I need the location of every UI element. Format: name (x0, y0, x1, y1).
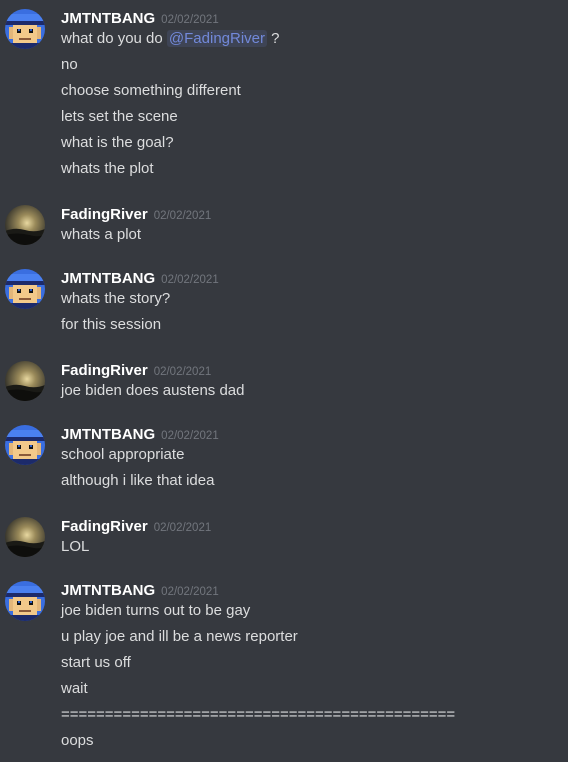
username[interactable]: FadingRiver (61, 518, 148, 535)
message-line: whats the plot (61, 160, 154, 177)
username[interactable]: FadingRiver (61, 206, 148, 223)
sunset-landscape-icon (5, 205, 45, 245)
username[interactable]: FadingRiver (61, 362, 148, 379)
message-line: lets set the scene (61, 108, 178, 125)
avatar[interactable] (5, 205, 45, 245)
avatar[interactable] (5, 425, 45, 465)
timestamp: 02/02/2021 (161, 274, 219, 286)
message-line: what is the goal? (61, 134, 174, 151)
message-header: JMTNTBANG 02/02/2021 (61, 9, 219, 29)
timestamp: 02/02/2021 (153, 210, 212, 222)
pixel-face-icon (5, 581, 45, 621)
message-header: FadingRiver 02/02/2021 (61, 205, 211, 225)
username[interactable]: JMTNTBANG (61, 582, 155, 599)
avatar[interactable] (5, 269, 45, 309)
message-line: oops (61, 732, 94, 749)
message-header: JMTNTBANG 02/02/2021 (61, 581, 219, 601)
timestamp: 02/02/2021 (161, 586, 219, 598)
message-line: u play joe and ill be a news reporter (61, 628, 298, 645)
avatar[interactable] (5, 361, 45, 401)
avatar[interactable] (5, 9, 45, 49)
message-line: no (61, 56, 78, 73)
chat-log: JMTNTBANG 02/02/2021 what do you do @Fadi… (0, 0, 568, 762)
message-line: ========================================… (61, 706, 456, 723)
username[interactable]: JMTNTBANG (61, 426, 155, 443)
message-line: whats a plot (61, 226, 142, 243)
user-mention[interactable]: @FadingRiver (166, 30, 268, 47)
message-line: school appropriate (61, 446, 185, 463)
message-header: JMTNTBANG 02/02/2021 (61, 269, 219, 289)
message-line: start us off (61, 654, 131, 671)
message-header: FadingRiver 02/02/2021 (61, 517, 211, 537)
timestamp: 02/02/2021 (153, 522, 212, 534)
message-line: joe biden turns out to be gay (61, 602, 251, 619)
timestamp: 02/02/2021 (161, 14, 219, 26)
message-line: LOL (61, 538, 90, 555)
message-header: JMTNTBANG 02/02/2021 (61, 425, 219, 445)
message-line: although i like that idea (61, 472, 215, 489)
message-line: wait (61, 680, 88, 697)
message-line: for this session (61, 316, 162, 333)
message-header: FadingRiver 02/02/2021 (61, 361, 211, 381)
username[interactable]: JMTNTBANG (61, 10, 155, 27)
message-line: joe biden does austens dad (61, 382, 245, 399)
avatar[interactable] (5, 581, 45, 621)
avatar[interactable] (5, 517, 45, 557)
timestamp: 02/02/2021 (153, 366, 212, 378)
sunset-landscape-icon (5, 517, 45, 557)
pixel-face-icon (5, 269, 45, 309)
sunset-landscape-icon (5, 361, 45, 401)
message-line: choose something different (61, 82, 241, 99)
pixel-face-icon (5, 425, 45, 465)
timestamp: 02/02/2021 (161, 430, 219, 442)
pixel-face-icon (5, 9, 45, 49)
message-line: what do you do @FadingRiver ? (61, 30, 280, 47)
username[interactable]: JMTNTBANG (61, 270, 155, 287)
message-line: whats the story? (61, 290, 171, 307)
